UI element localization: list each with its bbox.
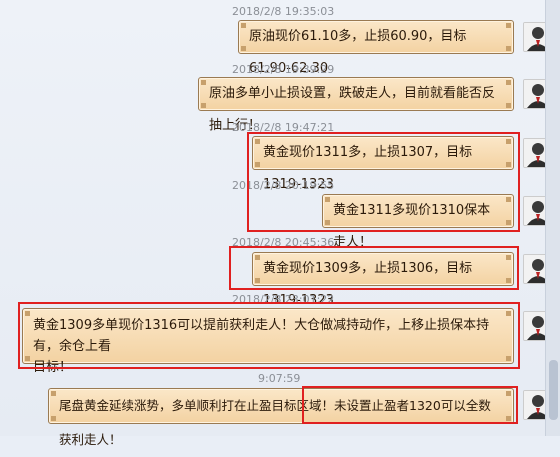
message-bubble[interactable]: 黄金现价1311多，止损1307，目标1319-1323: [252, 136, 514, 192]
message-bubble[interactable]: 黄金1311多现价1310保本走人！: [322, 194, 514, 250]
message-bubble[interactable]: 原油多单小止损设置，跌破走人，目前就看能否反抽上行！: [198, 77, 514, 133]
message-bubble[interactable]: 原油现价61.10多，止损60.90，目标61.90-62.30: [238, 20, 514, 76]
chat-message-area: 2018/2/8 19:35:03 原油现价61.10多，止损60.90，目标6…: [0, 0, 560, 447]
message-timestamp: 2018/2/8 20:45:36: [232, 236, 335, 249]
message-bubble[interactable]: 尾盘黄金延续涨势，多单顺利打在止盈目标区域！未设置止盈者1320可以全数获利走人…: [48, 388, 514, 447]
message-text: 黄金1309多单现价1316可以提前获利走人！大仓做减持动作，上移止损保本持有，…: [33, 318, 490, 354]
message-bubble[interactable]: 黄金1309多单现价1316可以提前获利走人！大仓做减持动作，上移止损保本持有，…: [22, 308, 514, 375]
message-text: 黄金1311多现价1310保本走人！: [333, 203, 491, 250]
message-text: 尾盘黄金延续涨势，多单顺利打在止盈目标区域！未设置止盈者1320可以全数获利走人…: [59, 398, 491, 447]
message-timestamp: 2018/2/8 19:47:21: [232, 121, 335, 134]
message-timestamp: 9:07:59: [258, 372, 301, 385]
message-timestamp: 2018/2/8 19:35:03: [232, 5, 335, 18]
message-timestamp: 2018/2/8 23:01:22: [232, 293, 335, 306]
message-bubble[interactable]: 黄金现价1309多，止损1306，目标1319-1323: [252, 252, 514, 308]
message-timestamp: 2018/2/8 19:39:29: [232, 63, 335, 76]
scrollbar-thumb[interactable]: [549, 360, 558, 420]
message-timestamp: 2018/2/8 20:19:55: [232, 179, 335, 192]
vertical-scrollbar[interactable]: [545, 0, 560, 436]
